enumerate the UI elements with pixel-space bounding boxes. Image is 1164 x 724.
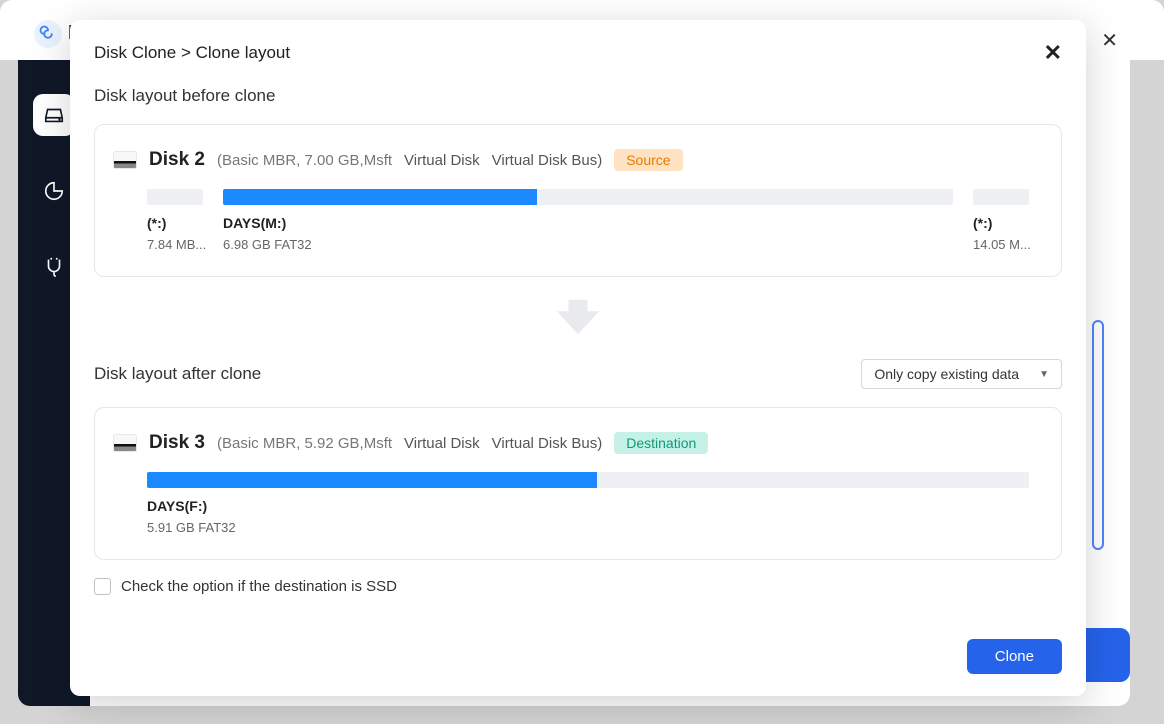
source-disk-col3: Virtual Disk Bus) — [492, 152, 603, 169]
source-partitions: (*:) 7.84 MB... DAYS(M:) 6.98 GB FAT32 (… — [113, 189, 1029, 252]
destination-disk-spec: (Basic MBR, 5.92 GB,Msft — [217, 435, 392, 452]
sidebar-item-disks[interactable] — [33, 94, 75, 136]
footer-actions: Clone — [967, 639, 1062, 674]
partition-label: (*:) — [147, 215, 203, 231]
destination-disk-col2: Virtual Disk — [404, 435, 480, 452]
outer-close-icon[interactable]: ✕ — [1101, 28, 1118, 53]
source-disk-name: Disk 2 — [149, 149, 205, 171]
partition-bar[interactable] — [147, 472, 1029, 488]
source-disk-spec: (Basic MBR, 7.00 GB,Msft — [217, 152, 392, 169]
sidebar-item-health[interactable] — [33, 246, 75, 288]
clone-button[interactable]: Clone — [967, 639, 1062, 674]
destination-disk-card: Disk 3 (Basic MBR, 5.92 GB,Msft Virtual … — [94, 407, 1062, 560]
partition-size: 7.84 MB... — [147, 237, 203, 252]
source-badge: Source — [614, 149, 682, 171]
modal-titlebar: Disk Clone > Clone layout ✕ — [94, 42, 1062, 64]
app-logo — [34, 20, 62, 48]
copy-mode-select[interactable]: Only copy existing data ▼ — [861, 359, 1062, 389]
partition-size: 14.05 M... — [973, 237, 1029, 252]
partition-label: DAYS(M:) — [223, 215, 953, 231]
chevron-down-icon: ▼ — [1039, 369, 1049, 380]
breadcrumb-sep: > — [181, 43, 191, 62]
sidebar-item-analytics[interactable] — [33, 170, 75, 212]
ssd-option-label: Check the option if the destination is S… — [121, 578, 397, 595]
source-disk-header: Disk 2 (Basic MBR, 7.00 GB,Msft Virtual … — [113, 149, 1029, 171]
partition-bar[interactable] — [973, 189, 1029, 205]
partition-bar[interactable] — [223, 189, 953, 205]
disk-icon — [113, 434, 137, 452]
arrow-down-icon — [94, 299, 1062, 335]
copy-mode-selected: Only copy existing data — [874, 366, 1019, 382]
breadcrumb-parent: Disk Clone — [94, 43, 176, 62]
ssd-checkbox[interactable] — [94, 578, 111, 595]
destination-disk-name: Disk 3 — [149, 432, 205, 454]
destination-disk-header: Disk 3 (Basic MBR, 5.92 GB,Msft Virtual … — [113, 432, 1029, 454]
section-title-after: Disk layout after clone — [94, 364, 261, 384]
breadcrumb: Disk Clone > Clone layout — [94, 43, 290, 63]
disk-icon — [113, 151, 137, 169]
partition-bar[interactable] — [147, 189, 203, 205]
section-title-before: Disk layout before clone — [94, 86, 1062, 106]
partition-size: 6.98 GB FAT32 — [223, 237, 953, 252]
clone-layout-modal: Disk Clone > Clone layout ✕ Disk layout … — [70, 20, 1086, 696]
partition-size: 5.91 GB FAT32 — [147, 520, 1029, 535]
partition-label: DAYS(F:) — [147, 498, 1029, 514]
background-card-outline — [1092, 320, 1104, 550]
breadcrumb-current: Clone layout — [196, 43, 291, 62]
source-disk-col2: Virtual Disk — [404, 152, 480, 169]
destination-partitions: DAYS(F:) 5.91 GB FAT32 — [113, 472, 1029, 535]
ssd-option-row[interactable]: Check the option if the destination is S… — [94, 578, 1062, 595]
close-icon[interactable]: ✕ — [1044, 42, 1062, 64]
partition-label: (*:) — [973, 215, 1029, 231]
destination-disk-col3: Virtual Disk Bus) — [492, 435, 603, 452]
source-disk-card: Disk 2 (Basic MBR, 7.00 GB,Msft Virtual … — [94, 124, 1062, 277]
destination-badge: Destination — [614, 432, 708, 454]
